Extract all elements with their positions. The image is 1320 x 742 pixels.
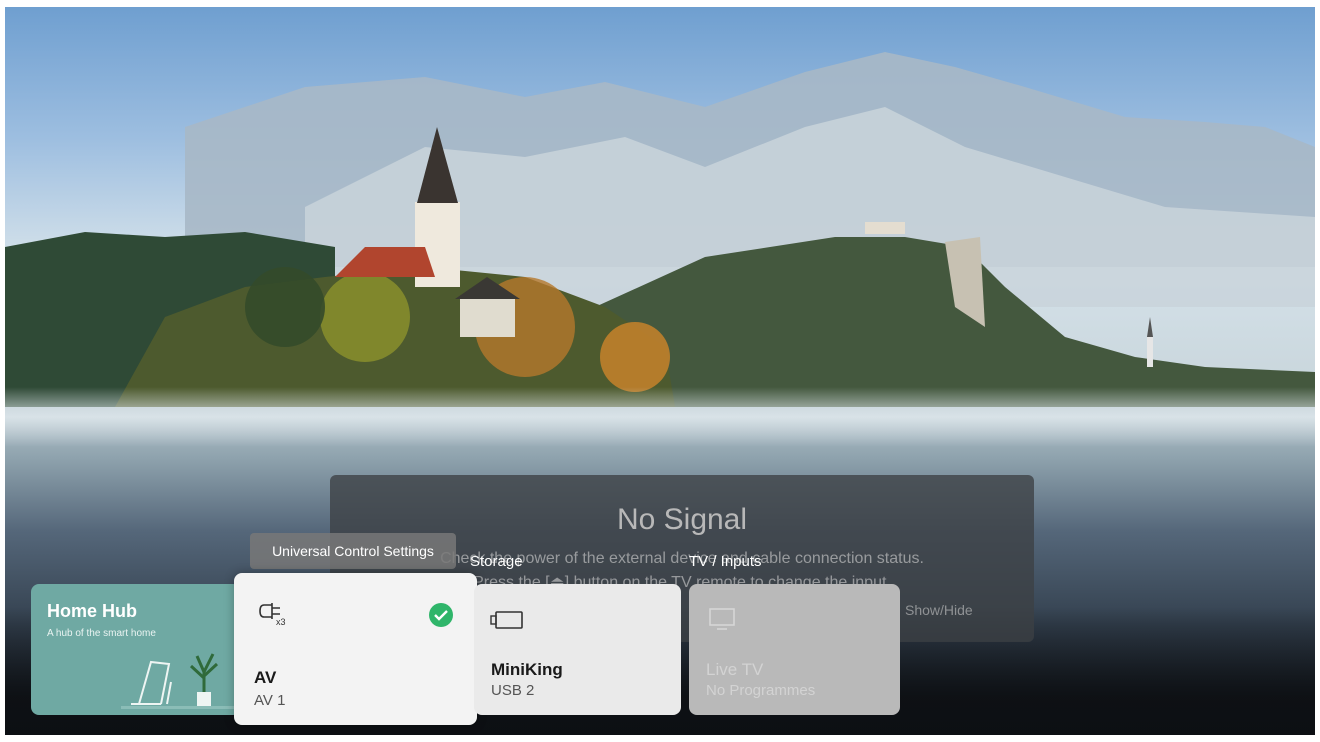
- home-hub-title: Home Hub: [47, 601, 137, 621]
- av-card-subtitle: AV 1: [254, 692, 286, 709]
- live-tv-card-subtitle: No Programmes: [706, 682, 816, 699]
- home-hub-subtitle: A hub of the smart home: [47, 628, 156, 639]
- home-hub-card[interactable]: Home Hub A hub of the smart home: [31, 584, 241, 715]
- usb-storage-card[interactable]: MiniKing USB 2: [474, 584, 681, 715]
- usb-card-subtitle: USB 2: [491, 682, 535, 699]
- show-hide-label[interactable]: Show/Hide: [905, 602, 973, 618]
- av-icon-badge: x3: [276, 617, 286, 627]
- live-tv-card[interactable]: Live TV No Programmes: [689, 584, 900, 715]
- usb-drive-icon: [490, 611, 523, 629]
- chair-plant-illustration: [121, 653, 241, 709]
- lake-mist: [5, 387, 1315, 447]
- live-tv-card-title: Live TV: [706, 660, 764, 679]
- tv-screen: No Signal Check the power of the externa…: [5, 7, 1315, 735]
- check-icon: [429, 603, 453, 627]
- av-card-title: AV: [254, 668, 277, 687]
- universal-control-tooltip: Universal Control Settings: [250, 533, 456, 569]
- section-storage: Storage: [470, 553, 523, 570]
- av-input-card[interactable]: x3 AV AV 1: [234, 573, 477, 725]
- no-signal-title: No Signal: [616, 503, 748, 536]
- section-tv-inputs: TV / Inputs: [689, 553, 762, 570]
- usb-card-title: MiniKing: [491, 660, 563, 679]
- tv-icon: [709, 608, 735, 630]
